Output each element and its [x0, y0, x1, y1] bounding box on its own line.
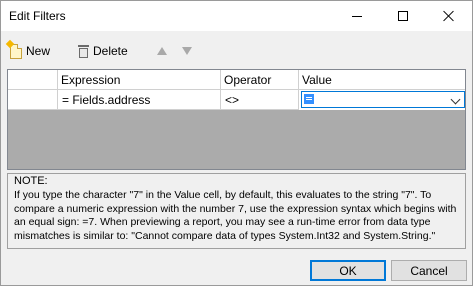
expression-column-header[interactable]: Expression [58, 70, 221, 89]
note-text: If you type the character "7" in the Val… [14, 189, 457, 242]
text-cursor-icon [304, 94, 314, 104]
cancel-button[interactable]: Cancel [391, 260, 467, 281]
minimize-button[interactable] [334, 1, 380, 31]
grid-header: Expression Operator Value [8, 70, 465, 90]
minimize-icon [352, 15, 362, 17]
maximize-icon [398, 11, 408, 21]
arrow-down-icon [182, 47, 192, 55]
new-document-icon [5, 39, 22, 59]
move-down-button[interactable] [182, 41, 192, 61]
row-selector[interactable] [8, 90, 58, 110]
new-button-label: New [26, 44, 51, 58]
note-title: NOTE: [14, 175, 48, 187]
maximize-button[interactable] [380, 1, 426, 31]
row-header-column [8, 70, 58, 89]
table-row: = Fields.address <> [8, 90, 465, 110]
note-panel: NOTE: If you type the character "7" in t… [7, 173, 466, 249]
window-title: Edit Filters [9, 9, 66, 23]
delete-button-label: Delete [93, 44, 128, 58]
expression-cell[interactable]: = Fields.address [58, 90, 221, 110]
operator-column-header[interactable]: Operator [221, 70, 299, 89]
ok-button[interactable]: OK [310, 260, 386, 281]
move-up-button[interactable] [157, 41, 167, 61]
toolbar: New Delete [1, 37, 472, 63]
edit-filters-dialog: Edit Filters New Delete Expression Opera… [0, 0, 473, 286]
trash-icon [78, 44, 89, 58]
delete-button[interactable]: Delete [78, 41, 128, 61]
value-dropdown[interactable] [301, 91, 465, 108]
new-button[interactable]: New [5, 39, 51, 61]
chevron-down-icon[interactable] [450, 94, 461, 105]
arrow-up-icon [157, 47, 167, 55]
filters-grid: Expression Operator Value = Fields.addre… [7, 69, 466, 170]
title-bar[interactable]: Edit Filters [1, 1, 472, 31]
operator-cell[interactable]: <> [221, 90, 299, 110]
value-cell[interactable] [299, 90, 465, 110]
value-column-header[interactable]: Value [299, 70, 465, 89]
close-icon [443, 10, 455, 22]
close-button[interactable] [426, 1, 472, 31]
